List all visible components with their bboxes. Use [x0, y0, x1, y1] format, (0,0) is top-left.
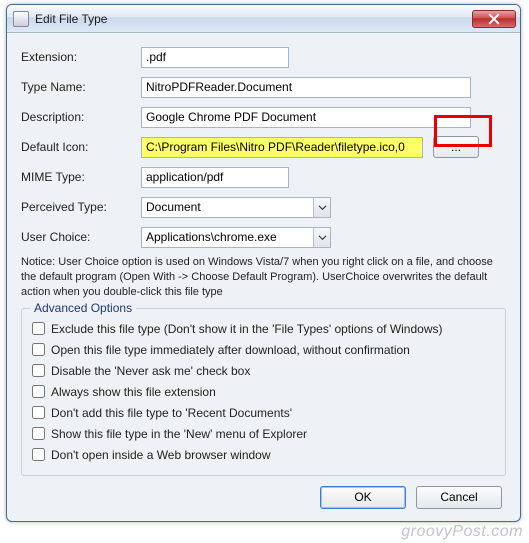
perceived-label: Perceived Type:: [21, 200, 141, 214]
typename-input[interactable]: [141, 77, 471, 98]
advanced-option-label: Show this file type in the 'New' menu of…: [51, 427, 307, 441]
dialog-window: Edit File Type Extension: Type Name: Des…: [6, 4, 521, 522]
advanced-option[interactable]: Don't add this file type to 'Recent Docu…: [32, 406, 495, 420]
advanced-option[interactable]: Open this file type immediately after do…: [32, 343, 495, 357]
checkbox[interactable]: [32, 364, 45, 377]
dialog-content: Extension: Type Name: Description: Defau…: [7, 33, 520, 519]
app-icon: [13, 11, 29, 27]
checkbox[interactable]: [32, 385, 45, 398]
checkbox[interactable]: [32, 448, 45, 461]
description-input[interactable]: [141, 107, 471, 128]
mimetype-label: MIME Type:: [21, 170, 141, 184]
mimetype-input[interactable]: [141, 167, 289, 188]
notice-text: Notice: User Choice option is used on Wi…: [21, 255, 506, 300]
checkbox[interactable]: [32, 406, 45, 419]
advanced-option[interactable]: Disable the 'Never ask me' check box: [32, 364, 495, 378]
advanced-options-title: Advanced Options: [30, 301, 136, 315]
extension-label: Extension:: [21, 50, 141, 64]
advanced-option-label: Open this file type immediately after do…: [51, 343, 410, 357]
advanced-option-label: Always show this file extension: [51, 385, 216, 399]
window-title: Edit File Type: [35, 12, 472, 26]
advanced-option-label: Don't open inside a Web browser window: [51, 448, 271, 462]
watermark: groovyPost.com: [401, 523, 523, 541]
cancel-button[interactable]: Cancel: [416, 486, 502, 509]
checkbox[interactable]: [32, 343, 45, 356]
userchoice-label: User Choice:: [21, 230, 141, 244]
typename-label: Type Name:: [21, 80, 141, 94]
perceived-combo[interactable]: [141, 197, 331, 218]
advanced-option-label: Don't add this file type to 'Recent Docu…: [51, 406, 292, 420]
userchoice-combo[interactable]: [141, 227, 331, 248]
advanced-option-label: Exclude this file type (Don't show it in…: [51, 322, 443, 336]
ok-button[interactable]: OK: [320, 486, 406, 509]
close-button[interactable]: [472, 10, 516, 28]
checkbox[interactable]: [32, 322, 45, 335]
advanced-option[interactable]: Always show this file extension: [32, 385, 495, 399]
description-label: Description:: [21, 110, 141, 124]
browse-icon-button[interactable]: ...: [433, 136, 479, 158]
defaulticon-input[interactable]: [141, 137, 423, 158]
defaulticon-label: Default Icon:: [21, 140, 141, 154]
titlebar[interactable]: Edit File Type: [7, 5, 520, 33]
dialog-buttons: OK Cancel: [21, 486, 506, 509]
checkbox[interactable]: [32, 427, 45, 440]
advanced-option[interactable]: Don't open inside a Web browser window: [32, 448, 495, 462]
advanced-option[interactable]: Exclude this file type (Don't show it in…: [32, 322, 495, 336]
advanced-option-label: Disable the 'Never ask me' check box: [51, 364, 250, 378]
advanced-options-group: Advanced Options Exclude this file type …: [21, 308, 506, 476]
advanced-option[interactable]: Show this file type in the 'New' menu of…: [32, 427, 495, 441]
extension-input[interactable]: [141, 47, 289, 68]
